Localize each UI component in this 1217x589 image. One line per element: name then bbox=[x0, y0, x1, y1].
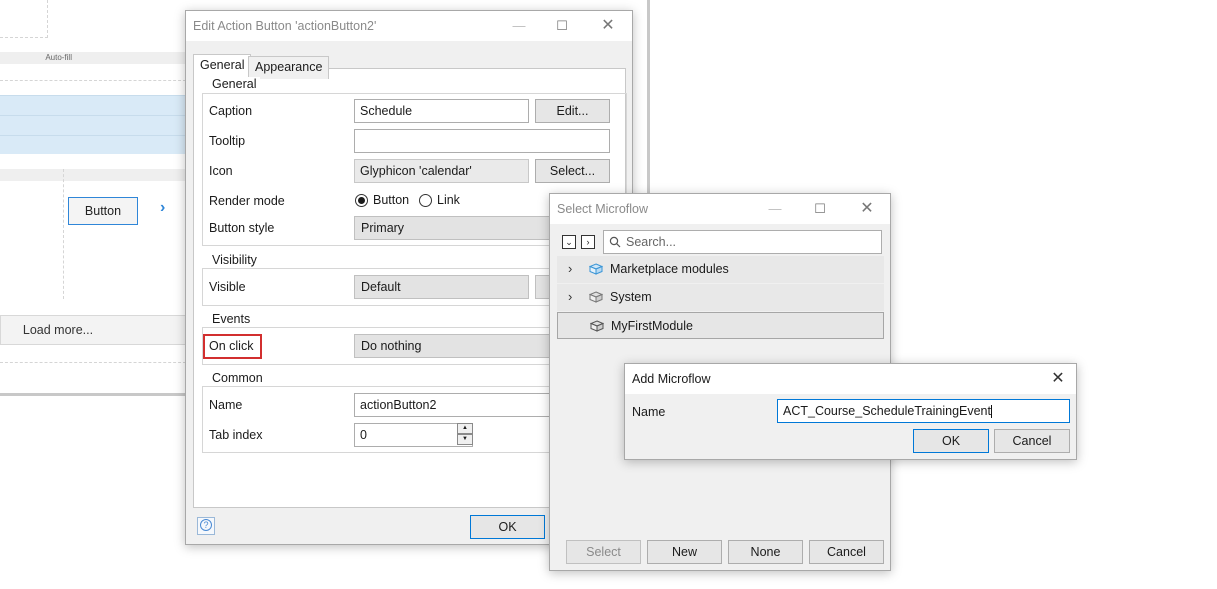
autofill-label: Auto-fill bbox=[0, 52, 186, 64]
stepper-up-icon[interactable]: ▲ bbox=[457, 423, 473, 434]
events-group-title: Events bbox=[208, 312, 255, 326]
module-icon bbox=[589, 263, 603, 275]
visibility-group-title: Visibility bbox=[208, 253, 261, 267]
module-icon bbox=[590, 320, 604, 332]
on-click-label: On click bbox=[209, 339, 254, 353]
cancel-button[interactable]: Cancel bbox=[809, 540, 884, 564]
tree-item-label: Marketplace modules bbox=[610, 262, 729, 276]
add-microflow-dialog: Add Microflow ✕ Name ACT_Course_Schedule… bbox=[624, 363, 1077, 460]
collapse-all-icon[interactable]: › bbox=[581, 235, 595, 249]
caption-label: Caption bbox=[209, 104, 253, 118]
render-mode-label: Render mode bbox=[209, 194, 285, 208]
stepper-down-icon[interactable]: ▼ bbox=[457, 434, 473, 445]
canvas-header-strip bbox=[0, 169, 186, 181]
select-icon-button[interactable]: Select... bbox=[535, 159, 610, 183]
selected-row[interactable] bbox=[0, 95, 186, 115]
new-button[interactable]: New bbox=[647, 540, 722, 564]
load-more-button[interactable]: Load more... bbox=[0, 315, 186, 345]
chevron-right-icon[interactable]: › bbox=[568, 289, 572, 304]
search-input[interactable]: Search... bbox=[603, 230, 882, 254]
tooltip-field[interactable] bbox=[354, 129, 610, 153]
expand-all-icon[interactable]: ⌄ bbox=[562, 235, 576, 249]
canvas-action-button[interactable]: Button bbox=[68, 197, 138, 225]
dialog-titlebar: Select Microflow — ☐ ✕ bbox=[550, 194, 890, 224]
close-icon[interactable]: ✕ bbox=[852, 199, 882, 219]
render-mode-link-radio[interactable] bbox=[419, 194, 432, 207]
tree-item-label: MyFirstModule bbox=[611, 319, 693, 333]
tab-index-stepper[interactable]: ▲ ▼ bbox=[457, 423, 473, 445]
selected-row[interactable] bbox=[0, 135, 186, 154]
select-button[interactable]: Select bbox=[566, 540, 641, 564]
chevron-right-icon[interactable]: › bbox=[568, 261, 572, 276]
tab-index-label: Tab index bbox=[209, 428, 263, 442]
tree-item-system[interactable]: › System bbox=[557, 284, 884, 311]
general-group-title: General bbox=[208, 77, 261, 91]
button-style-label: Button style bbox=[209, 221, 275, 235]
dialog-titlebar: Edit Action Button 'actionButton2' — ☐ ✕ bbox=[186, 11, 632, 41]
canvas-divider bbox=[0, 362, 186, 363]
dialog-title: Add Microflow bbox=[632, 372, 711, 386]
microflow-name-value: ACT_Course_ScheduleTrainingEvent bbox=[783, 404, 991, 418]
edit-caption-button[interactable]: Edit... bbox=[535, 99, 610, 123]
microflow-name-field[interactable]: ACT_Course_ScheduleTrainingEvent bbox=[777, 399, 1070, 423]
common-group-title: Common bbox=[208, 371, 267, 385]
ok-button[interactable]: OK bbox=[913, 429, 989, 453]
tab-appearance[interactable]: Appearance bbox=[248, 56, 330, 79]
canvas-placeholder bbox=[0, 0, 48, 38]
minimize-icon[interactable]: — bbox=[760, 199, 790, 219]
search-icon bbox=[609, 236, 621, 248]
canvas-divider bbox=[0, 80, 186, 81]
tab-index-field[interactable]: 0 bbox=[354, 423, 473, 447]
canvas-column-divider bbox=[63, 169, 64, 299]
cancel-button[interactable]: Cancel bbox=[994, 429, 1070, 453]
ok-button[interactable]: OK bbox=[470, 515, 545, 539]
tooltip-label: Tooltip bbox=[209, 134, 246, 148]
visible-dropdown[interactable]: Default bbox=[354, 275, 529, 299]
help-button[interactable]: ? bbox=[197, 517, 215, 535]
none-button[interactable]: None bbox=[728, 540, 803, 564]
selected-row[interactable] bbox=[0, 115, 186, 135]
maximize-icon[interactable]: ☐ bbox=[547, 16, 577, 36]
render-mode-button-radio[interactable] bbox=[355, 194, 368, 207]
render-mode-link-label[interactable]: Link bbox=[437, 193, 460, 207]
close-icon[interactable]: ✕ bbox=[593, 16, 623, 36]
dialog-title: Edit Action Button 'actionButton2' bbox=[193, 19, 377, 33]
help-icon: ? bbox=[200, 519, 212, 531]
minimize-icon[interactable]: — bbox=[504, 16, 534, 36]
tree-item-marketplace-modules[interactable]: › Marketplace modules bbox=[557, 256, 884, 283]
name-label: Name bbox=[632, 405, 666, 419]
visible-label: Visible bbox=[209, 280, 246, 294]
dialog-titlebar: Add Microflow ✕ bbox=[625, 364, 1076, 394]
tree-item-label: System bbox=[610, 290, 652, 304]
icon-label: Icon bbox=[209, 164, 233, 178]
tree-item-myfirstmodule[interactable]: MyFirstModule bbox=[557, 312, 884, 339]
module-icon bbox=[589, 291, 603, 303]
dialog-title: Select Microflow bbox=[557, 202, 648, 216]
close-icon[interactable]: ✕ bbox=[1043, 369, 1073, 389]
name-label: Name bbox=[209, 398, 243, 412]
icon-field: Glyphicon 'calendar' bbox=[354, 159, 529, 183]
maximize-icon[interactable]: ☐ bbox=[805, 199, 835, 219]
render-mode-button-label[interactable]: Button bbox=[373, 193, 409, 207]
caption-field[interactable]: Schedule bbox=[354, 99, 529, 123]
text-cursor bbox=[990, 405, 992, 419]
chevron-right-icon[interactable]: › bbox=[160, 199, 165, 217]
